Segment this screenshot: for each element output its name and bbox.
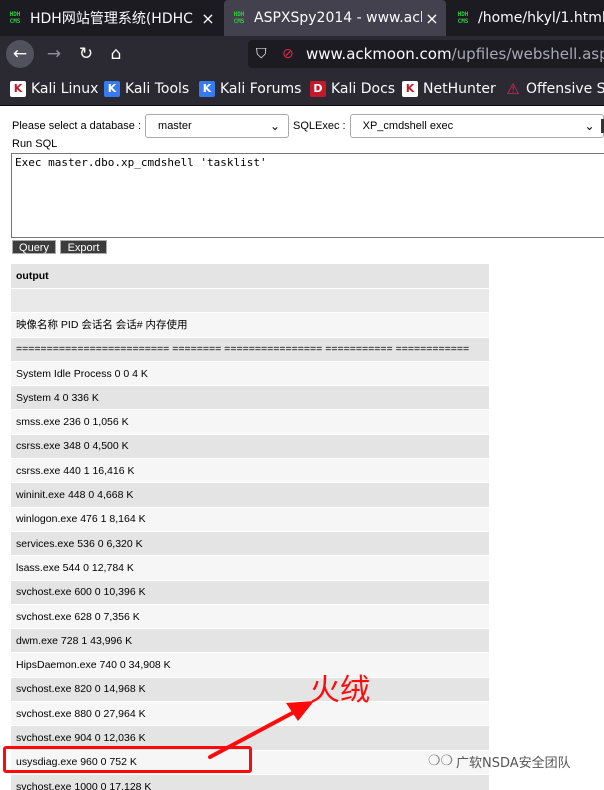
- url-text: www.ackmoon.com/upfiles/webshell.aspx: [306, 40, 604, 68]
- back-arrow-icon[interactable]: ←: [6, 40, 34, 68]
- tab-local-html[interactable]: HDH CMS /home/hkyl/1.html: [448, 0, 604, 36]
- bookmark-label: Kali Linux: [31, 81, 99, 97]
- bookmark-kali-tools[interactable]: K Kali Tools: [104, 72, 189, 106]
- forward-arrow-icon[interactable]: →: [40, 40, 68, 68]
- shield-icon[interactable]: ⛉: [256, 40, 267, 68]
- kali-dragon-icon: K: [10, 81, 26, 97]
- bookmark-offensive-security[interactable]: ⚠ Offensive Se: [505, 72, 604, 106]
- tab-title: ASPXSpy2014 - www.ack: [254, 10, 422, 26]
- tab-aspxspy[interactable]: HDH CMS ASPXSpy2014 - www.ack ×: [224, 0, 446, 36]
- tab-title: /home/hkyl/1.html: [478, 10, 604, 26]
- watermark: ❍❍ 广软NSDA安全团队: [428, 752, 571, 772]
- close-icon[interactable]: ×: [198, 9, 218, 28]
- hdh-favicon-icon: HDH CMS: [9, 11, 21, 25]
- close-icon[interactable]: ×: [422, 9, 442, 28]
- url-host: www.ackmoon.com: [306, 45, 452, 63]
- bookmarks-toolbar: K Kali Linux K Kali Tools K Kali Forums D Ka…: [0, 72, 604, 106]
- kali-tools-icon: K: [104, 81, 120, 97]
- kali-forums-icon: K: [199, 81, 215, 97]
- bookmark-label: Kali Tools: [125, 81, 190, 97]
- tab-hdh-cms[interactable]: HDH CMS HDH网站管理系统(HDHC ×: [0, 0, 222, 36]
- webshell-page: Please select a database : master ⌄ SQLE…: [0, 107, 604, 790]
- nethunter-icon: K: [402, 81, 418, 97]
- bookmark-kali-forums[interactable]: K Kali Forums: [199, 72, 301, 106]
- home-icon[interactable]: ⌂: [102, 40, 130, 68]
- arrow-shaft: [208, 708, 300, 759]
- annotation-label: 火绒: [310, 673, 370, 708]
- bookmark-label: Offensive Se: [526, 81, 604, 97]
- hdh-favicon-icon: HDH CMS: [233, 11, 245, 25]
- navigation-toolbar: ← → ↻ ⌂ ⛉ ⊘ www.ackmoon.com/upfiles/webs…: [0, 36, 604, 72]
- bookmark-label: NetHunter: [423, 81, 496, 97]
- bookmark-label: Kali Forums: [220, 81, 302, 97]
- url-path: /upfiles/webshell.aspx: [451, 45, 604, 63]
- bookmark-label: Kali Docs: [331, 81, 396, 97]
- bookmark-kali-docs[interactable]: D Kali Docs: [310, 72, 395, 106]
- url-bar[interactable]: ⛉ ⊘ www.ackmoon.com/upfiles/webshell.asp…: [248, 40, 604, 68]
- reload-icon[interactable]: ↻: [72, 40, 100, 68]
- insecure-lock-icon[interactable]: ⊘: [282, 40, 294, 68]
- annotation-arrow: [208, 701, 314, 759]
- tab-title: HDH网站管理系统(HDHC: [30, 11, 193, 27]
- offsec-icon: ⚠: [506, 80, 520, 98]
- tab-bar: HDH CMS HDH网站管理系统(HDHC × HDH CMS ASPXSpy20…: [0, 0, 604, 36]
- bookmark-nethunter[interactable]: K NetHunter: [402, 72, 496, 106]
- kali-docs-icon: D: [310, 81, 326, 97]
- bookmark-kali-linux[interactable]: K Kali Linux: [10, 72, 98, 106]
- hdh-favicon-icon: HDH CMS: [457, 11, 469, 25]
- watermark-text: 广软NSDA安全团队: [456, 756, 571, 771]
- wechat-icon: ❍❍: [428, 752, 454, 769]
